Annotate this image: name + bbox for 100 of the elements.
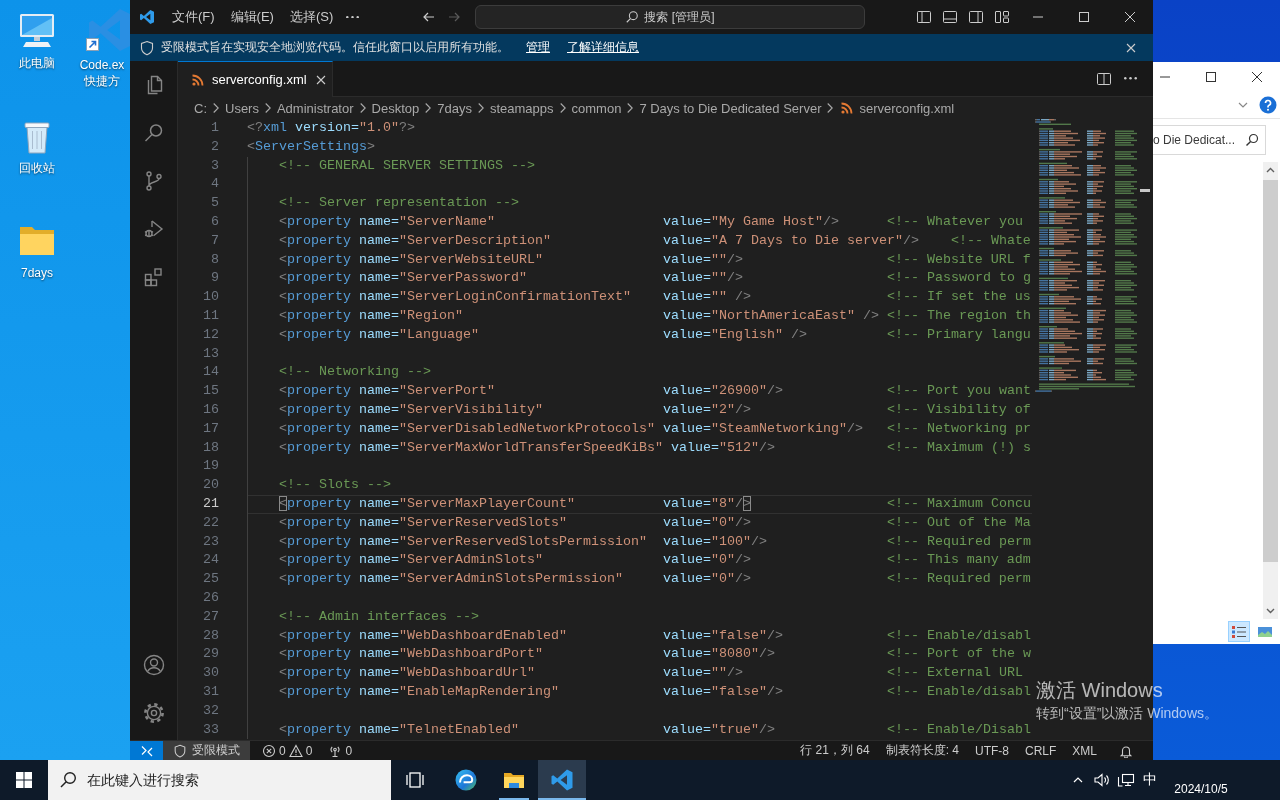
line-ending-status[interactable]: CRLF [1016,741,1065,760]
code-line: <property name="Region" value="NorthAmericaEast" /> <!-- The region th [279,307,1031,323]
code-minimap[interactable] [1032,119,1140,393]
code-line: <!-- Server representation --> [279,195,519,211]
line-number: 9 [211,270,219,286]
breadcrumb-item[interactable]: 7days [436,100,473,116]
restricted-mode-status[interactable]: 受限模式 [163,741,250,760]
app-logo-icon [139,9,155,25]
code-line: <property name="WebDashboardUrl" value=""/> <!-- External URL [279,665,1023,681]
code-line: <property name="EnableMapRendering" value="false"/> <!-- Enable/disabl [279,683,1031,699]
command-center[interactable]: 搜索 [管理员] [475,5,865,29]
desktop-icon-label: Code.ex [79,57,125,73]
indentation-status[interactable]: 制表符长度: 4 [877,741,967,760]
line-number: 22 [203,514,219,530]
help-icon [1259,96,1277,114]
speaker-icon [1093,771,1111,789]
line-number: 28 [203,627,219,643]
line-number: 32 [203,702,219,718]
line-number: 27 [203,608,219,624]
scrollbar-thumb[interactable] [1263,180,1278,562]
cursor-position-status[interactable]: 行 21，列 64 [792,741,878,760]
code-line: <property name="ServerReservedSlots" value="0"/> <!-- Out of the Ma [279,514,1031,530]
line-number: 21 [203,495,219,511]
line-number: 8 [211,251,219,267]
line-number: 1 [211,120,219,135]
desktop-icon-label: 此电脑 [19,55,55,71]
code-line: <property name="ServerDisabledNetworkProtocols" value="SteamNetworking"/> <!-- Networking pr [279,420,1031,436]
sidebar-right-layout-icon [968,9,984,25]
chevron-right-icon [827,103,834,113]
split-editor-icon [1096,70,1112,87]
code-line: <property name="Language" value="English" /> <!-- Primary langu [279,326,1031,342]
language-status[interactable]: XML [1064,741,1105,760]
line-number: 29 [203,646,219,662]
breadcrumb-item[interactable]: common [570,100,623,116]
search-field[interactable]: o Die Dedicat... [1153,124,1266,155]
breadcrumb-item[interactable]: C: [193,100,208,116]
scroll-down-icon[interactable] [1266,606,1275,615]
menu-item[interactable]: 选择(S) [281,4,342,30]
line-number: 12 [203,326,219,342]
line-number: 19 [203,458,219,474]
line-number: 31 [203,683,219,699]
breadcrumb-item[interactable]: steamapps [488,100,555,116]
task-view-icon [405,770,425,790]
breadcrumb-item[interactable]: Users [224,100,260,116]
line-number: 18 [203,439,219,455]
breadcrumb-item[interactable]: Administrator [275,100,355,116]
scrollbar[interactable] [1263,162,1278,619]
code-line: <property name="ServerVisibility" value="2"/> <!-- Visibility of [279,401,1031,417]
encoding-status[interactable]: UTF-8 [966,741,1017,760]
clock-date[interactable]: 2024/10/5 [1174,782,1228,797]
editor-tab[interactable]: serverconfig.xml [178,61,333,97]
details-list-icon [1231,623,1247,640]
windows-logo-icon [16,772,32,788]
code-line: <!-- GENERAL SERVER SETTINGS --> [279,157,535,173]
app-shortcut-icon[interactable] [84,6,130,52]
line-number: 26 [203,589,219,605]
remote-indicator[interactable] [130,741,163,760]
line-number: 20 [203,477,219,493]
input-method-indicator[interactable]: 中 [1138,760,1162,800]
line-number: 24 [203,552,219,568]
line-number: 17 [203,420,219,436]
code-line: <!-- Slots --> [279,477,391,493]
more-icon [1123,77,1137,80]
menu-item[interactable]: 编辑(E) [222,4,282,30]
help-button[interactable] [1259,96,1277,114]
problems-status[interactable]: 0 0 [254,741,321,760]
line-number: 15 [203,383,219,399]
warning-icon [288,743,303,758]
breadcrumb-item[interactable]: Desktop [370,100,421,116]
line-number: 7 [211,232,219,248]
ports-status[interactable]: 0 [320,741,361,760]
code-line: <property name="ServerPassword" value=""/> <!-- Password to g [279,270,1031,286]
line-number: 11 [203,307,219,323]
banner-link[interactable]: 管理 [526,39,550,56]
taskbar-search-field[interactable]: 在此键入进行搜索 [48,760,391,800]
menu-item[interactable]: 文件(F) [164,4,223,30]
code-editor-button[interactable] [538,760,586,800]
desktop-icon-label: 回收站 [19,160,55,176]
line-number: 25 [203,571,219,587]
remote-icon [139,743,154,758]
desktop-icon-label: 7days [21,265,53,281]
chevron-right-icon [213,103,219,113]
error-icon [262,743,276,758]
banner-link[interactable]: 了解详细信息 [567,39,639,56]
scroll-up-icon[interactable] [1266,166,1275,175]
line-number: 2 [211,138,219,154]
close-icon [1125,12,1135,22]
code-line: <property name="ServerMaxWorldTransferSpeedKiBs" value="512"/> <!-- Maximum (!) s [279,439,1031,455]
details-view-button[interactable] [1228,621,1250,642]
line-number: 33 [203,721,219,737]
code-line: <property name="WebDashboardEnabled" value="false"/> <!-- Enable/disabl [279,627,1031,643]
code-line: <property name="ServerReservedSlotsPermission" value="100"/> <!-- Required perm [279,533,1031,549]
chevron-right-icon [627,103,634,113]
more-icon [346,15,360,19]
code-line: <property name="ServerLoginConfirmationText" value="" /> <!-- If set the us [279,289,1031,305]
code-line: <property name="ServerPort" value="26900"/> <!-- Port you want [279,383,1031,399]
breadcrumb-item[interactable]: 7 Days to Die Dedicated Server [638,100,823,116]
breadcrumb-item[interactable]: serverconfig.xml [838,100,956,116]
close-icon [1252,72,1262,82]
shield-icon [139,39,155,56]
